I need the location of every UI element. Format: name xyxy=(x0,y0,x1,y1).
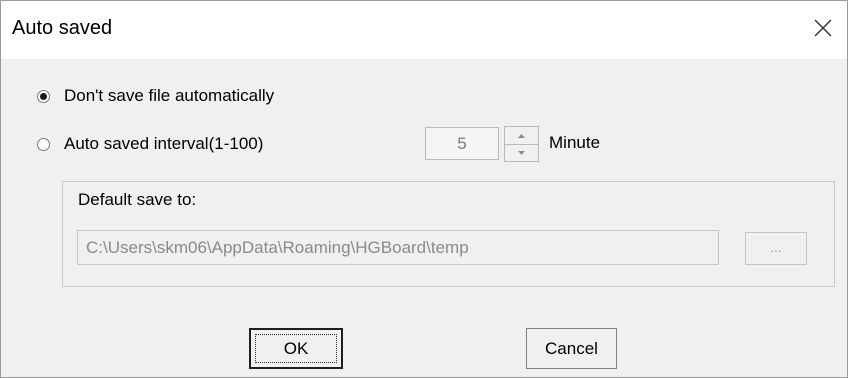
spin-up-button[interactable] xyxy=(505,127,538,145)
interval-label: Auto saved interval(1-100) xyxy=(64,134,264,153)
cancel-label: Cancel xyxy=(545,339,598,358)
chevron-up-icon xyxy=(518,133,525,138)
chevron-down-icon xyxy=(518,150,525,155)
cancel-button[interactable]: Cancel xyxy=(526,328,617,369)
close-icon xyxy=(814,19,832,37)
close-button[interactable] xyxy=(809,14,837,42)
dont-save-radio[interactable] xyxy=(37,89,50,103)
title-bar: Auto saved xyxy=(1,1,847,59)
browse-button[interactable]: ... xyxy=(745,232,807,265)
dont-save-label: Don't save file automatically xyxy=(64,86,275,105)
dialog-title: Auto saved xyxy=(12,17,113,39)
spin-down-button[interactable] xyxy=(505,144,538,161)
interval-input[interactable]: 5 xyxy=(425,127,499,160)
dont-save-option[interactable]: Don't save file automatically xyxy=(37,86,274,106)
focus-ring xyxy=(255,334,337,363)
save-path-field[interactable]: C:\Users\skm06\AppData\Roaming\HGBoard\t… xyxy=(77,230,719,265)
auto-saved-dialog: Auto saved Don't save file automatically… xyxy=(0,0,848,378)
interval-unit: Minute xyxy=(549,133,601,152)
interval-spinner[interactable] xyxy=(504,126,539,162)
interval-radio[interactable] xyxy=(37,137,50,151)
interval-option[interactable]: Auto saved interval(1-100) xyxy=(37,134,263,154)
save-location-label: Default save to: xyxy=(78,190,197,209)
ok-button[interactable]: OK xyxy=(249,328,343,369)
